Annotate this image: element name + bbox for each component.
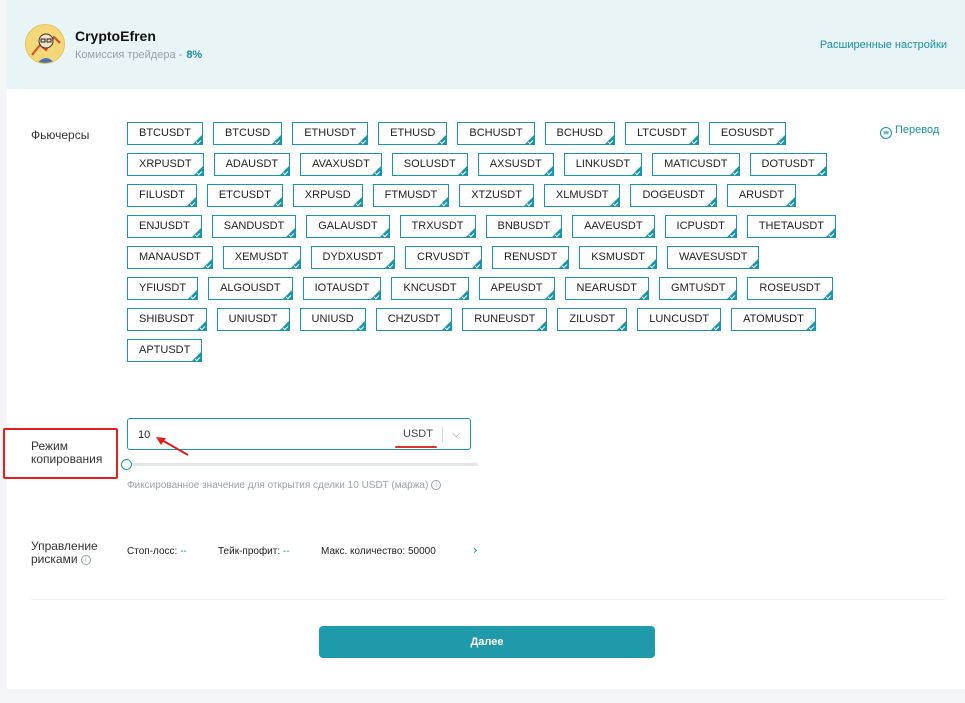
max-quantity-item: Макс. количество: 50000 xyxy=(321,546,436,557)
futures-pair-chip[interactable]: BCHUSD xyxy=(544,122,615,145)
futures-pair-chip[interactable]: ATOMUSDT xyxy=(731,308,816,331)
futures-pair-chip[interactable]: ETHUSD xyxy=(378,122,448,145)
futures-pair-chip[interactable]: EOSUSDT xyxy=(708,122,787,145)
futures-pair-list: BTCUSDT BTCUSD ETHUSDT ETHUSD BCHUSDT BCHUSD L… xyxy=(127,122,837,362)
futures-pair-chip[interactable]: KNCUSDT xyxy=(391,277,469,300)
amount-slider-track[interactable] xyxy=(130,463,478,466)
futures-pair-chip[interactable]: XEMUSDT xyxy=(222,246,301,269)
futures-pair-chip[interactable]: FILUSDT xyxy=(127,184,197,207)
futures-pair-chip[interactable]: YFIUSDT xyxy=(127,277,199,300)
trader-header: CryptoEfren Комиссия трейдера -8% Расшир… xyxy=(7,0,965,89)
futures-pair-chip[interactable]: APEUSDT xyxy=(478,277,555,300)
futures-pair-chip[interactable]: DOGEUSDT xyxy=(630,184,717,207)
commission-info: Комиссия трейдера -8% xyxy=(75,49,202,61)
futures-pair-chip[interactable]: IOTAUSDT xyxy=(302,277,382,300)
futures-pair-chip[interactable]: ETHUSDT xyxy=(292,122,369,145)
avatar-illustration xyxy=(26,25,64,63)
unit-selector-label[interactable]: USDT xyxy=(403,428,433,440)
translate-label: Перевод xyxy=(895,124,940,136)
page: CryptoEfren Комиссия трейдера -8% Расшир… xyxy=(3,0,965,689)
futures-pair-chip[interactable]: ADAUSDT xyxy=(213,153,291,176)
futures-pair-chip[interactable]: BTCUSD xyxy=(212,122,283,145)
unit-separator xyxy=(442,427,443,442)
futures-pair-chip[interactable]: TRXUSDT xyxy=(399,215,476,238)
futures-pair-chip[interactable]: SOLUSDT xyxy=(391,153,468,176)
futures-pair-chip[interactable]: ARUSDT xyxy=(726,184,797,207)
amount-input[interactable] xyxy=(138,427,338,443)
chevron-right-icon[interactable]: › xyxy=(473,543,478,557)
futures-pair-chip[interactable]: LUNCUSDT xyxy=(637,308,722,331)
futures-pair-chip[interactable]: XTZUSDT xyxy=(459,184,534,207)
amount-field[interactable]: USDT ⌵ xyxy=(127,418,471,450)
futures-label: Фьючерсы xyxy=(31,128,90,142)
commission-value: 8% xyxy=(186,49,203,61)
stop-loss-item: Стоп-лосс: -- xyxy=(127,546,187,557)
advanced-settings-link[interactable]: Расширенные настройки xyxy=(820,39,947,51)
amount-hint-text: Фиксированное значение для открытия сдел… xyxy=(127,480,429,491)
max-quantity-label: Макс. количество: xyxy=(321,546,406,557)
info-icon[interactable]: i xyxy=(80,554,91,565)
futures-pair-chip[interactable]: AXSUSDT xyxy=(477,153,554,176)
futures-pair-chip[interactable]: ZILUSDT xyxy=(557,308,628,331)
futures-pair-chip[interactable]: FTMUSDT xyxy=(372,184,450,207)
futures-pair-chip[interactable]: ETCUSDT xyxy=(206,184,283,207)
futures-pair-chip[interactable]: GMTUSDT xyxy=(659,277,738,300)
futures-pair-chip[interactable]: BTCUSDT xyxy=(127,122,203,145)
futures-pair-chip[interactable]: LTCUSDT xyxy=(625,122,699,145)
info-icon[interactable]: i xyxy=(431,480,442,491)
futures-pair-chip[interactable]: BCHUSDT xyxy=(457,122,535,145)
risk-label-line2: рисками xyxy=(31,552,78,566)
futures-pair-chip[interactable]: UNIUSDT xyxy=(216,308,290,331)
futures-pair-chip[interactable]: LINKUSDT xyxy=(563,153,643,176)
futures-pair-chip[interactable]: AVAXUSDT xyxy=(300,153,382,176)
commission-label: Комиссия трейдера - xyxy=(75,49,183,61)
section-divider xyxy=(31,599,945,600)
max-quantity-value: 50000 xyxy=(407,546,436,557)
futures-pair-chip[interactable]: THETAUSDT xyxy=(746,215,837,238)
next-button[interactable]: Далее xyxy=(319,626,655,658)
risk-management-label: Управление рисками i xyxy=(31,540,98,566)
trader-name: CryptoEfren xyxy=(75,28,156,44)
futures-pair-chip[interactable]: SHIBUSDT xyxy=(127,308,207,331)
futures-pair-chip[interactable]: ROSEUSDT xyxy=(747,277,833,300)
futures-pair-chip[interactable]: XRPUSDT xyxy=(127,153,204,176)
futures-pair-chip[interactable]: ENJUSDT xyxy=(127,215,202,238)
futures-pair-chip[interactable]: DYDXUSDT xyxy=(310,246,396,269)
futures-pair-chip[interactable]: CHZUSDT xyxy=(375,308,453,331)
take-profit-label: Тейк-профит: xyxy=(218,546,281,557)
risk-label-line2-wrap: рисками i xyxy=(31,553,98,566)
chevron-down-icon[interactable]: ⌵ xyxy=(446,425,466,443)
amount-hint: Фиксированное значение для открытия сдел… xyxy=(127,480,442,491)
take-profit-item: Тейк-профит: -- xyxy=(218,546,290,557)
stop-loss-label: Стоп-лосс: xyxy=(127,546,178,557)
futures-pair-chip[interactable]: RENUSDT xyxy=(492,246,570,269)
copy-mode-label: Режим копирования xyxy=(31,440,102,466)
futures-pair-chip[interactable]: XLMUSDT xyxy=(543,184,621,207)
futures-pair-chip[interactable]: CRVUSDT xyxy=(405,246,483,269)
take-profit-value: -- xyxy=(282,546,290,557)
futures-pair-chip[interactable]: SANDUSDT xyxy=(211,215,297,238)
futures-pair-chip[interactable]: DOTUSDT xyxy=(749,153,827,176)
futures-pair-chip[interactable]: MATICUSDT xyxy=(652,153,740,176)
futures-pair-chip[interactable]: AAVEUSDT xyxy=(572,215,655,238)
translate-button[interactable]: ≡ Перевод xyxy=(880,124,939,139)
futures-pair-chip[interactable]: GALAUSDT xyxy=(306,215,390,238)
trader-avatar xyxy=(25,24,65,64)
futures-pair-chip[interactable]: APTUSDT xyxy=(127,339,203,362)
futures-pair-chip[interactable]: MANAUSDT xyxy=(127,246,213,269)
futures-pair-chip[interactable]: WAVESUSDT xyxy=(666,246,760,269)
futures-pair-chip[interactable]: BNBUSDT xyxy=(485,215,563,238)
futures-pair-chip[interactable]: ICPUSDT xyxy=(664,215,737,238)
futures-pair-chip[interactable]: RUNEUSDT xyxy=(462,308,548,331)
futures-pair-chip[interactable]: ALGOUSDT xyxy=(208,277,293,300)
futures-pair-chip[interactable]: UNIUSD xyxy=(299,308,366,331)
annotation-underline xyxy=(395,446,437,448)
futures-pair-chip[interactable]: XRPUSD xyxy=(292,184,363,207)
translate-icon: ≡ xyxy=(880,127,892,139)
futures-pair-chip[interactable]: NEARUSDT xyxy=(564,277,650,300)
copy-mode-label-line2: копирования xyxy=(31,452,103,466)
amount-slider-thumb[interactable] xyxy=(121,459,132,470)
stop-loss-value: -- xyxy=(180,546,187,557)
futures-pair-chip[interactable]: KSMUSDT xyxy=(579,246,657,269)
